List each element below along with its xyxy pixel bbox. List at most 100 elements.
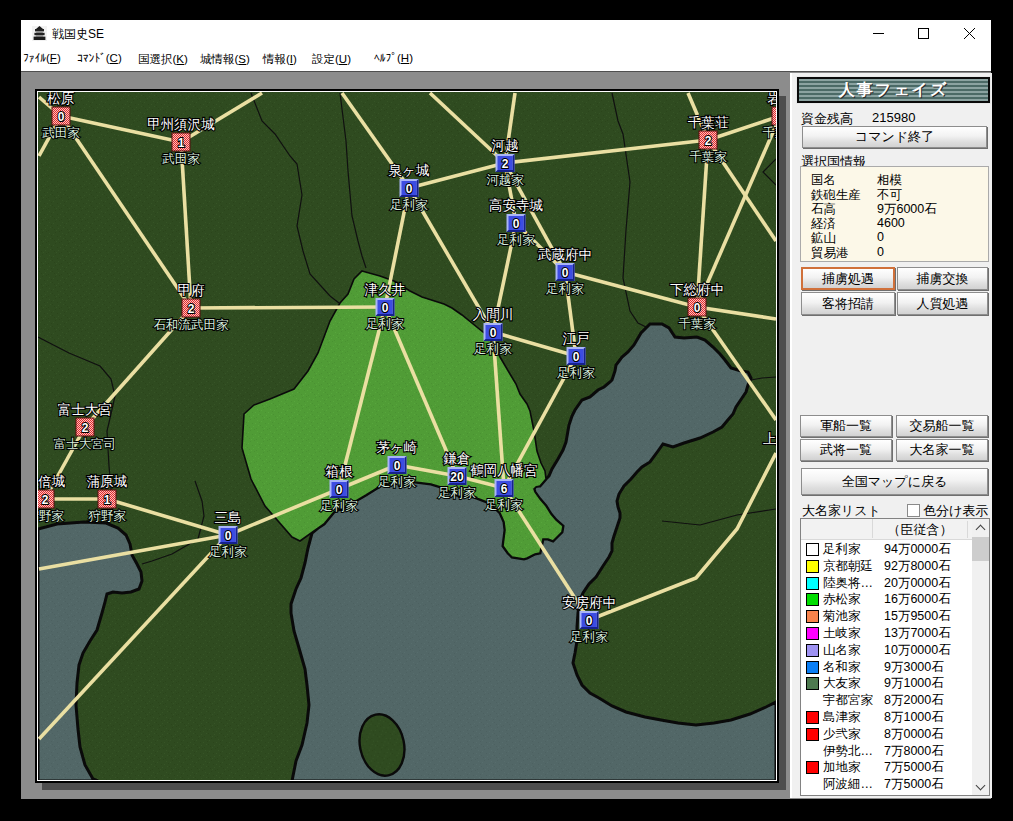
daimyo-row[interactable]: 伊勢北…7万8000石	[801, 743, 971, 760]
scroll-down-button[interactable]	[972, 778, 989, 795]
castle-name: 箱根	[326, 464, 354, 479]
castle-name: 甲州須沢城	[147, 117, 215, 132]
map[interactable]: 0松原武田家1甲州須沢城武田家2甲府石和流武田家2富士大宮富士大宮司2安倍城狩野…	[38, 92, 776, 780]
daimyo-row[interactable]: 山名家10万0000石	[801, 642, 971, 659]
daimyo-koku: 20万0000石	[884, 575, 951, 592]
castle-name: 松原	[47, 92, 75, 106]
daimyo-koku: 8万2000石	[884, 692, 944, 709]
castle-family: 足利家	[569, 630, 608, 644]
minimize-button[interactable]	[856, 20, 901, 47]
castle-count: 0	[694, 301, 701, 315]
castle-name: 蒲原城	[87, 474, 128, 489]
daimyo-name: 足利家	[823, 541, 861, 558]
daimyo-color-swatch	[806, 627, 819, 640]
info-value: 4600	[877, 216, 905, 230]
daimyo-row[interactable]: 京都朝廷92万8000石	[801, 558, 971, 575]
scroll-up-icon	[976, 525, 986, 535]
castle-count: 0	[490, 326, 497, 340]
castle-name: 岩槻	[768, 92, 777, 106]
daimyo-name: 伊勢北…	[823, 743, 873, 760]
daimyo-list-scrollbar[interactable]	[972, 519, 989, 795]
daimyo-list-button[interactable]: 大名家一覧	[896, 439, 988, 461]
daimyo-row[interactable]: 島津家 8万1000石	[801, 709, 971, 726]
castle-count: 0	[513, 217, 520, 231]
daimyo-name: 加地家	[823, 759, 861, 776]
castle-count: 0	[406, 182, 413, 196]
castle-family: 足利家	[208, 545, 247, 559]
daimyo-row[interactable]: 阿波細…7万5000石	[801, 776, 971, 793]
castle-name: 津久井	[364, 282, 406, 297]
menu-item-H[interactable]: ﾍﾙﾌﾟ(H)	[374, 52, 413, 64]
info-value: 0	[877, 245, 884, 259]
daimyo-row[interactable]: 菊池家15万9500石	[801, 608, 971, 625]
castle-family: 千葉家	[762, 126, 776, 140]
info-row: 貿易港0	[801, 245, 988, 259]
daimyo-color-swatch	[806, 610, 819, 623]
daimyo-list-header: （臣従含）	[801, 519, 972, 540]
prisoner-treatment-button[interactable]: 捕虜処遇	[801, 267, 895, 290]
prisoner-exchange-button[interactable]: 捕虜交換	[897, 267, 988, 290]
castle-count: 0	[562, 266, 569, 280]
funds-value: 215980	[872, 110, 915, 125]
daimyo-list-header-name	[801, 519, 873, 538]
castle-count: 20	[450, 470, 464, 484]
daimyo-row[interactable]: 加地家 7万5000石	[801, 759, 971, 776]
info-row: 鉱山0	[801, 230, 988, 244]
client-area: 0松原武田家1甲州須沢城武田家2甲府石和流武田家2富士大宮富士大宮司2安倍城狩野…	[21, 71, 991, 799]
daimyo-name: 阿波細…	[823, 776, 873, 793]
daimyo-row[interactable]: 足利家94万0000石	[801, 541, 971, 558]
close-icon	[964, 28, 975, 39]
scroll-thumb[interactable]	[972, 537, 989, 561]
castle-name: 茅ヶ崎	[377, 440, 418, 455]
daimyo-list: （臣従含） 足利家94万0000石京都朝廷92万8000石陸奥将…20万0000…	[800, 518, 990, 796]
daimyo-row[interactable]: 土岐家13万7000石	[801, 625, 971, 642]
castle-family: 河越家	[486, 173, 524, 187]
castle-family: 足利家	[365, 317, 404, 331]
scroll-up-button[interactable]	[972, 519, 989, 536]
castle-name: 鶴岡八幡宮	[470, 463, 538, 478]
daimyo-koku: 8万1000石	[884, 709, 944, 726]
castle-count: 0	[382, 301, 389, 315]
tradeship-list-button[interactable]: 交易船一覧	[896, 415, 988, 437]
menu-item-I[interactable]: 情報(I)	[263, 52, 297, 67]
castle-icon-red[interactable]	[772, 107, 776, 125]
side-panel: 人事フェイズ 資金残高 215980 コマンド終了 選択国情報 国名相模鉄砲生産…	[790, 73, 992, 798]
guest-general-invite-button[interactable]: 客将招請	[801, 292, 895, 315]
castle-name: 千葉荘	[688, 115, 729, 130]
daimyo-color-swatch	[806, 728, 819, 741]
castle-count: 2	[188, 302, 195, 316]
daimyo-name: 島津家	[823, 709, 861, 726]
daimyo-list-header-koku: （臣従含）	[873, 521, 968, 538]
menu-item-K[interactable]: 国選択(K)	[138, 52, 188, 67]
daimyo-name: 菊池家	[823, 608, 861, 625]
daimyo-row[interactable]: 大友家9万1000石	[801, 675, 971, 692]
color-display-checkbox[interactable]	[907, 504, 920, 517]
general-list-button[interactable]: 武将一覧	[800, 439, 892, 461]
daimyo-row[interactable]: 陸奥将…20万0000石	[801, 575, 971, 592]
info-value: 0	[877, 230, 884, 244]
warship-list-button[interactable]: 軍船一覧	[800, 415, 892, 437]
menu-item-F[interactable]: ﾌｧｲﾙ(F)	[23, 52, 61, 64]
castle-family: 足利家	[437, 486, 476, 500]
castle-count: 0	[573, 350, 580, 364]
national-map-button[interactable]: 全国マップに戻る	[801, 468, 988, 495]
menu-item-S[interactable]: 城情報(S)	[200, 52, 250, 67]
castle-name: 泉ヶ城	[389, 163, 430, 178]
close-button[interactable]	[947, 20, 992, 47]
castle-family: 石和流武田家	[154, 318, 230, 332]
daimyo-row[interactable]: 宇都宮家8万2000石	[801, 692, 971, 709]
map-shadow-right	[779, 96, 786, 790]
command-end-button[interactable]: コマンド終了	[802, 126, 987, 148]
daimyo-row[interactable]: 少弐家8万0000石	[801, 726, 971, 743]
menu-item-C[interactable]: ｺﾏﾝﾄﾞ(C)	[77, 52, 122, 64]
menu-item-U[interactable]: 設定(U)	[312, 52, 351, 67]
castle-name: 鎌倉	[444, 451, 471, 466]
hostage-treatment-button[interactable]: 人質処遇	[897, 292, 988, 315]
daimyo-row[interactable]: 名和家9万3000石	[801, 659, 971, 676]
daimyo-koku: 13万7000石	[884, 625, 951, 642]
daimyo-color-swatch	[806, 661, 819, 674]
maximize-button[interactable]	[901, 20, 946, 47]
daimyo-color-swatch	[806, 677, 819, 690]
daimyo-koku: 7万5000石	[884, 759, 944, 776]
daimyo-row[interactable]: 赤松家16万6000石	[801, 591, 971, 608]
